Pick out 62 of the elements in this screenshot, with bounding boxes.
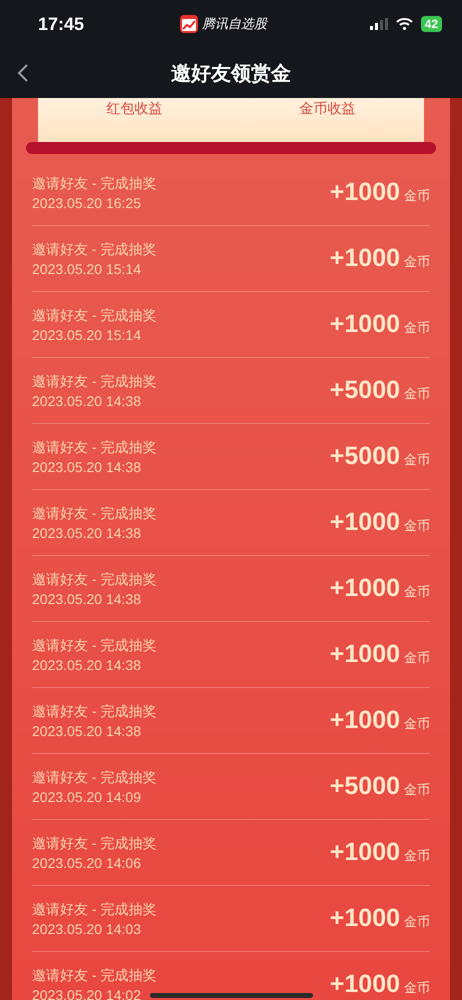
record-amount: +1000 (330, 178, 400, 207)
record-title: 邀请好友 - 完成抽奖 (32, 834, 156, 852)
record-title: 邀请好友 - 完成抽奖 (32, 768, 156, 786)
record-unit: 金币 (404, 319, 430, 337)
status-time: 17:45 (38, 14, 86, 34)
wifi-icon (396, 18, 413, 30)
record-date: 2023.05.20 14:38 (32, 590, 142, 606)
record-unit: 金币 (404, 187, 430, 205)
record-unit: 金币 (404, 583, 430, 601)
record-date: 2023.05.20 14:38 (32, 392, 142, 408)
record-amount: +5000 (330, 442, 400, 471)
record-unit: 金币 (404, 517, 430, 535)
battery-level: 42 (420, 16, 442, 32)
record-title: 邀请好友 - 完成抽奖 (32, 900, 156, 918)
record-date: 2023.05.20 15:14 (32, 260, 142, 276)
record-title: 邀请好友 - 完成抽奖 (32, 570, 156, 588)
record-title: 邀请好友 - 完成抽奖 (32, 372, 156, 390)
record-unit: 金币 (404, 649, 430, 667)
record-date: 2023.05.20 14:38 (32, 722, 142, 738)
record-amount: +1000 (330, 970, 400, 999)
record-date: 2023.05.20 14:03 (32, 920, 142, 936)
record-amount: +1000 (330, 904, 400, 933)
record-date: 2023.05.20 14:02 (32, 986, 142, 1000)
record-amount: +5000 (330, 772, 400, 801)
record-unit: 金币 (404, 451, 430, 469)
record-unit: 金币 (404, 913, 430, 931)
summary-label: 红包收益 (106, 100, 162, 118)
record-amount: +1000 (330, 310, 400, 339)
record-unit: 金币 (404, 847, 430, 865)
record-title: 邀请好友 - 完成抽奖 (32, 240, 156, 258)
record-title: 邀请好友 - 完成抽奖 (32, 306, 156, 324)
record-amount: +1000 (330, 574, 400, 603)
record-date: 2023.05.20 14:09 (32, 788, 142, 804)
record-unit: 金币 (404, 781, 430, 799)
chart-logo-icon (180, 15, 198, 33)
record-amount: +1000 (330, 508, 400, 537)
back-icon[interactable] (17, 63, 29, 83)
record-title: 邀请好友 - 完成抽奖 (32, 702, 156, 720)
summary-label: 金币收益 (300, 100, 356, 118)
record-date: 2023.05.20 14:38 (32, 524, 142, 540)
record-date: 2023.05.20 15:14 (32, 326, 142, 342)
app-name: 腾讯自选股 (202, 15, 267, 33)
record-date: 2023.05.20 14:06 (32, 854, 142, 870)
record-unit: 金币 (404, 385, 430, 403)
record-date: 2023.05.20 14:38 (32, 458, 142, 474)
record-title: 邀请好友 - 完成抽奖 (32, 636, 156, 654)
record-amount: +1000 (330, 706, 400, 735)
record-title: 邀请好友 - 完成抽奖 (32, 438, 156, 456)
record-title: 邀请好友 - 完成抽奖 (32, 966, 156, 984)
record-amount: +1000 (330, 838, 400, 867)
record-amount: +1000 (330, 640, 400, 669)
record-amount: +5000 (330, 376, 400, 405)
record-date: 2023.05.20 16:25 (32, 194, 142, 210)
record-unit: 金币 (404, 715, 430, 733)
record-unit: 金币 (404, 253, 430, 271)
record-title: 邀请好友 - 完成抽奖 (32, 504, 156, 522)
page-title: 邀好友领赏金 (171, 62, 291, 86)
record-unit: 金币 (404, 979, 430, 997)
record-title: 邀请好友 - 完成抽奖 (32, 174, 156, 192)
record-date: 2023.05.20 14:38 (32, 656, 142, 672)
record-amount: +1000 (330, 244, 400, 273)
signal-icon (370, 18, 388, 30)
